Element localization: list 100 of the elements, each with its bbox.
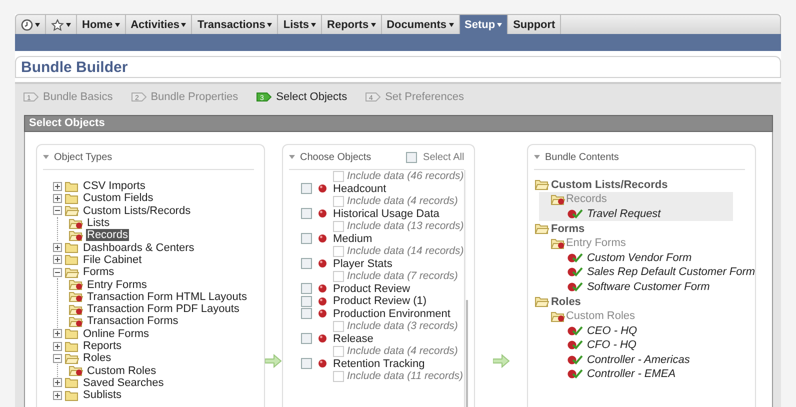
tree-item[interactable]: Online Forms — [82, 328, 150, 340]
caret-icon — [66, 22, 71, 26]
tree-item[interactable]: Custom Roles — [86, 364, 158, 377]
checked-ball-icon — [566, 326, 583, 336]
bundle-item: Custom Vendor Form — [586, 252, 692, 264]
tree-item[interactable]: Transaction Form HTML Layouts — [86, 290, 248, 303]
checkbox[interactable] — [333, 196, 344, 207]
checkbox[interactable] — [333, 370, 344, 382]
checkbox[interactable] — [301, 296, 312, 307]
tree-item[interactable]: Custom Lists/Records — [82, 204, 192, 217]
checked-ball-icon — [566, 208, 583, 219]
group-label: Roles — [550, 296, 581, 308]
folder-icon — [65, 352, 79, 364]
checkbox[interactable] — [333, 170, 344, 182]
subfolder-icon — [69, 291, 83, 302]
record-icon — [318, 359, 328, 368]
subfolder-icon — [69, 304, 83, 315]
folder-icon — [65, 390, 79, 401]
checkbox[interactable] — [301, 258, 312, 270]
folder-icon — [65, 254, 79, 266]
folder-icon — [65, 242, 79, 254]
subfolder-icon — [550, 310, 565, 322]
checkbox[interactable] — [301, 283, 312, 294]
expand-icon[interactable] — [53, 255, 62, 264]
checkbox[interactable] — [301, 208, 312, 220]
expand-icon[interactable] — [53, 182, 62, 191]
collapse-icon[interactable] — [53, 354, 62, 363]
record-icon — [318, 284, 328, 294]
folder-icon — [65, 377, 79, 388]
select-all-label: Select All — [423, 152, 464, 162]
checkbox[interactable] — [333, 320, 344, 332]
subfolder-icon — [69, 316, 83, 327]
include-data-label: Include data (4 records) — [347, 345, 458, 358]
checked-ball-icon — [566, 267, 583, 278]
folder-icon — [65, 192, 79, 204]
subfolder-icon — [69, 230, 83, 241]
right-arrow-icon — [492, 354, 510, 368]
folder-icon — [65, 205, 79, 216]
tree-item[interactable]: CSV Imports — [82, 180, 146, 192]
checkbox[interactable] — [333, 246, 344, 257]
expand-icon[interactable] — [53, 342, 62, 350]
expand-icon[interactable] — [53, 329, 62, 338]
tree-item[interactable]: Forms — [82, 266, 116, 278]
category-label: Entry Forms — [566, 237, 626, 250]
include-data-label: Include data (46 records) — [347, 170, 464, 182]
checkbox[interactable] — [301, 233, 312, 244]
checkbox[interactable] — [333, 270, 344, 282]
object-name: Retention Tracking — [333, 358, 425, 370]
expand-icon[interactable] — [53, 390, 62, 400]
collapse-icon[interactable] — [53, 206, 62, 216]
folder-icon — [534, 296, 549, 307]
checked-ball-icon — [566, 252, 583, 263]
bundle-item: Controller - EMEA — [586, 368, 676, 380]
checkbox[interactable] — [301, 183, 312, 194]
tree-item[interactable]: Reports — [82, 340, 123, 352]
folder-icon — [534, 223, 549, 234]
include-data-label: Include data (3 records) — [347, 320, 458, 332]
bundle-item: CEO - HQ — [586, 324, 638, 337]
expand-icon[interactable] — [53, 243, 62, 252]
checkbox[interactable] — [301, 333, 312, 344]
tree-item[interactable]: Roles — [82, 352, 112, 364]
nav-menu-item[interactable]: Setup — [460, 15, 508, 34]
object-name: Player Stats — [333, 258, 392, 270]
record-icon — [318, 184, 328, 194]
checked-ball-icon — [566, 354, 583, 365]
record-icon — [318, 209, 328, 218]
object-name: Product Review (1) — [333, 295, 427, 308]
tree-item[interactable]: Saved Searches — [82, 376, 165, 389]
folder-icon — [65, 328, 79, 340]
star-icon[interactable] — [51, 18, 64, 30]
clock-icon[interactable] — [21, 18, 33, 30]
scrollbar[interactable] — [464, 170, 466, 407]
tree-item[interactable]: Dashboards & Centers — [82, 242, 196, 254]
expand-icon[interactable] — [53, 194, 62, 203]
tree-item[interactable]: Sublists — [82, 389, 123, 402]
record-icon — [318, 259, 328, 268]
collapse-icon[interactable] — [53, 268, 62, 277]
include-data-label: Include data (4 records) — [347, 195, 458, 208]
checkbox[interactable] — [301, 308, 312, 320]
tree-item[interactable]: Records — [86, 229, 129, 242]
tree-item[interactable]: Transaction Form PDF Layouts — [86, 303, 240, 316]
folder-icon — [65, 180, 79, 192]
expand-icon[interactable] — [53, 378, 62, 388]
checkbox[interactable] — [333, 220, 344, 232]
record-icon — [318, 334, 328, 344]
include-data-label: Include data (11 records) — [347, 370, 463, 382]
page-title: Bundle Builder — [21, 58, 128, 76]
category-label: Records — [566, 193, 607, 206]
checkbox[interactable] — [333, 346, 344, 357]
subfolder-icon — [69, 218, 83, 229]
tree-item[interactable]: Custom Fields — [82, 192, 154, 204]
group-label: Custom Lists/Records — [550, 178, 668, 190]
checkbox[interactable] — [406, 152, 418, 162]
tree-item[interactable]: Lists — [86, 217, 111, 230]
tree-item[interactable]: Entry Forms — [86, 278, 148, 291]
tree-item[interactable]: File Cabinet — [82, 254, 143, 266]
tree-item[interactable]: Transaction Forms — [86, 315, 180, 328]
checkbox[interactable] — [301, 358, 312, 370]
subfolder-icon — [550, 238, 565, 249]
record-icon — [318, 309, 328, 318]
